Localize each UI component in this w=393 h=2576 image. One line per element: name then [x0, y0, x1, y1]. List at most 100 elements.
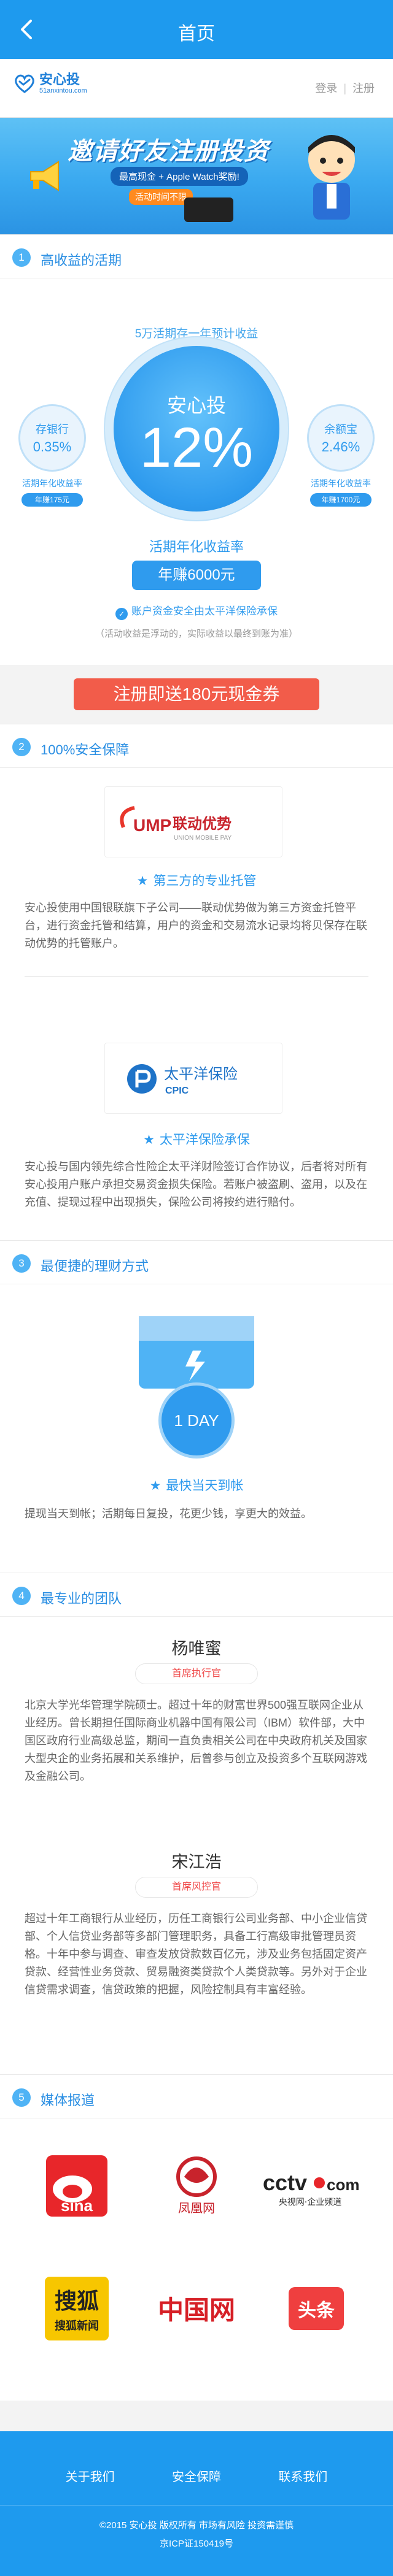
chinanet-logo-icon: 中国网 [158, 2295, 235, 2325]
feature-custody: ★ 第三方的专业托管 [0, 871, 393, 889]
promo-banner[interactable]: 邀请好友注册投资 最高现金 + Apple Watch奖励! 活动时间不限 [0, 118, 393, 234]
yuebao-rate-circle: 余额宝 2.46% [307, 404, 375, 472]
section-header-media: 5 媒体报道 [0, 2074, 393, 2118]
media-logo-toutiao[interactable]: 头条 [264, 2272, 368, 2345]
brand-name: 安心投 [39, 72, 80, 87]
register-cta-button[interactable]: 注册即送180元现金券 [74, 678, 319, 710]
banner-headline: 邀请好友注册投资 [68, 138, 269, 165]
main-rate: 12% [139, 416, 254, 479]
main-rate-caption: 活期年化收益率 [149, 539, 244, 554]
section-number: 1 [12, 248, 31, 267]
brand-logo[interactable]: 安心投 51anxintou.com [14, 72, 87, 94]
sohu-label: 搜狐新闻 [55, 2319, 99, 2333]
brand-bar: 安心投 51anxintou.com 登录 | 注册 [0, 59, 393, 118]
member-bio: 北京大学光华管理学院硕士。超过十年的财富世界500强互联网企业从业经历。曾长期担… [25, 1699, 367, 1782]
insurance-text: 账户资金安全由太平洋保险承保 [131, 605, 278, 617]
sina-label: sina [61, 2196, 93, 2215]
toutiao-label: 头条 [298, 2300, 335, 2321]
phone-illustration [184, 197, 233, 222]
one-day-badge: 1 DAY [158, 1382, 235, 1459]
toutiao-logo-icon: 头条 [289, 2287, 344, 2330]
top-navbar: 首页 [0, 0, 393, 59]
section-header-high-yield: 1 高收益的活期 [0, 234, 393, 278]
svg-text:com: com [327, 2175, 359, 2194]
cpic-en-name: CPIC [165, 1086, 189, 1096]
security-panel: UMP 联动优势 UNION MOBILE PAY ★ 第三方的专业托管 安心投使… [0, 768, 393, 1240]
media-logo-sina[interactable]: sina [25, 2149, 129, 2223]
login-link[interactable]: 登录 [315, 82, 337, 94]
footer-link-about[interactable]: 关于我们 [66, 2467, 115, 2485]
team-panel: 杨唯蜜 首席执行官 北京大学光华管理学院硕士。超过十年的财富世界500强互联网企… [0, 1617, 393, 2074]
yuebao-rate: 2.46% [321, 439, 360, 454]
yield-caption: 5万活期存一年预计收益 [134, 328, 259, 340]
section-header-team: 4 最专业的团队 [0, 1573, 393, 1617]
media-logo-cctv[interactable]: cctv com 央视网·企业频道 [258, 2149, 362, 2223]
media-logo-chinanet[interactable]: 中国网 [144, 2272, 249, 2345]
bank-earn-chip: 年赚175元 [21, 493, 83, 507]
media-panel: sina 凤凰网 cctv com 央视网·企业频道 搜狐 搜狐新闻 中国网 头… [0, 2118, 393, 2401]
main-earn-button[interactable]: 年赚6000元 [132, 561, 261, 590]
mascot-illustration [308, 135, 355, 220]
section-title: 媒体报道 [41, 2093, 95, 2108]
member-role-badge: 首席风控官 [135, 1877, 258, 1898]
footer-copyright: ©2015 安心投 版权所有 市场有风险 投资需谨慎 [99, 2520, 294, 2531]
footer-icp: 京ICP证150419号 [159, 2539, 234, 2549]
section-header-convenience: 3 最便捷的理财方式 [0, 1240, 393, 1284]
ump-en-name: UNION MOBILE PAY [174, 835, 232, 841]
footer-link-security[interactable]: 安全保障 [172, 2467, 221, 2485]
ump-cn-name: 联动优势 [173, 815, 232, 832]
brand-domain: 51anxintou.com [39, 87, 87, 94]
section-title: 100%安全保障 [41, 742, 130, 757]
insurance-paragraph: 安心投与国内领先综合性险企太平洋财险签订合作协议，后者将对所有安心投用户账户承担… [25, 1160, 367, 1208]
register-link[interactable]: 注册 [352, 82, 375, 94]
bank-name: 存银行 [36, 423, 69, 435]
ump-logo: UMP 联动优势 UNION MOBILE PAY [104, 786, 282, 857]
svg-text:cctv: cctv [263, 2170, 307, 2195]
insurance-note: ✓ 账户资金安全由太平洋保险承保 [0, 602, 393, 620]
feature-insurance-label: 太平洋保险承保 [159, 1133, 250, 1147]
star-icon: ★ [149, 1479, 161, 1493]
member-bio: 超过十年工商银行从业经历，历任工商银行公司业务部、中小企业信贷部、个人信贷业务部… [25, 1912, 367, 1996]
member-name: 杨唯蜜 [171, 1639, 222, 1658]
fast-paragraph: 提现当天到帐；活期每日复投，花更少钱，享更大的效益。 [25, 1508, 312, 1520]
feature-custody-label: 第三方的专业托管 [153, 874, 257, 888]
section-title: 高收益的活期 [41, 253, 122, 268]
star-icon: ★ [143, 1133, 155, 1147]
ifeng-label: 凤凰网 [178, 2201, 215, 2215]
disclaimer-note: （活动收益是浮动的，实际收益以最终到账为准） [95, 629, 298, 639]
bank-rate-circle: 存银行 0.35% [18, 404, 86, 472]
footer: 关于我们 安全保障 联系我们 ©2015 安心投 版权所有 市场有风险 投资需谨… [0, 2431, 393, 2576]
svg-text:搜狐: 搜狐 [55, 2289, 99, 2314]
yuebao-name: 余额宝 [324, 423, 357, 435]
member-role-badge: 首席执行官 [135, 1663, 258, 1684]
section-number: 3 [12, 1254, 31, 1273]
heart-logo-icon [15, 74, 34, 93]
auth-separator: | [343, 82, 346, 94]
banner-reward-pill: 最高现金 + Apple Watch奖励! [111, 167, 248, 186]
sohu-logo-icon: 搜狐 搜狐新闻 [45, 2277, 109, 2340]
cpic-logo: 太平洋保险 CPIC [104, 1043, 282, 1114]
yuebao-rate-caption: 活期年化收益率 [311, 478, 371, 488]
feature-fast: ★ 最快当天到帐 [0, 1476, 393, 1494]
bank-rate: 0.35% [33, 439, 72, 454]
feature-fast-label: 最快当天到帐 [166, 1479, 244, 1493]
cta-container: 注册即送180元现金券 [0, 665, 393, 724]
cpic-logo-graphic: 太平洋保险 CPIC [127, 1064, 238, 1096]
convenience-panel: 1 DAY ★ 最快当天到帐 提现当天到帐；活期每日复投，花更少钱，享更大的效益。 [0, 1284, 393, 1573]
shield-icon: ✓ [115, 608, 128, 620]
ifeng-logo-icon: 凤凰网 [176, 2156, 217, 2215]
media-logo-sohu[interactable]: 搜狐 搜狐新闻 [25, 2272, 129, 2345]
footer-links: 关于我们 安全保障 联系我们 [0, 2467, 393, 2485]
section-title: 最专业的团队 [41, 1591, 122, 1606]
section-number: 4 [12, 1587, 31, 1605]
main-rate-circle: 安心投 12% [114, 346, 279, 512]
custody-paragraph: 安心投使用中国银联旗下子公司——联动优势做为第三方资金托管平台，进行资金托管和结… [25, 902, 367, 949]
media-logo-ifeng[interactable]: 凤凰网 [144, 2149, 249, 2223]
cctv-logo-icon: cctv com 央视网·企业频道 [263, 2170, 359, 2207]
star-icon: ★ [136, 874, 149, 888]
banner-sub-tag: 活动时间不限 [129, 189, 193, 205]
footer-link-contact[interactable]: 联系我们 [278, 2467, 327, 2485]
auth-links: 登录 | 注册 [315, 80, 375, 96]
yield-comparison-panel: 5万活期存一年预计收益 存银行 0.35% 活期年化收益率 年赚175元 安心投… [0, 278, 393, 665]
member-name: 宋江浩 [171, 1853, 222, 1871]
